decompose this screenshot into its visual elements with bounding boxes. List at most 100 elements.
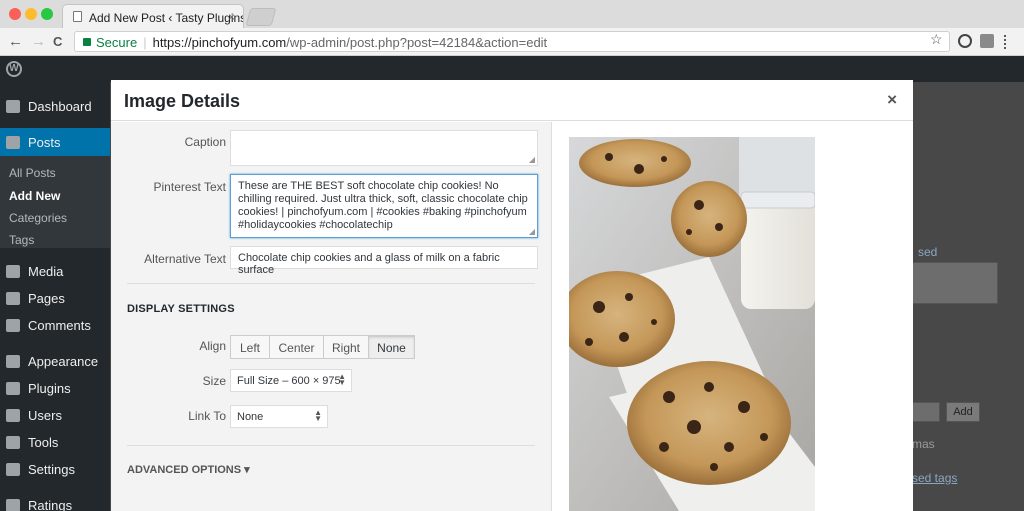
alternative-text-field[interactable]: Chocolate chip cookies and a glass of mi… (230, 246, 538, 276)
background-link: sed tags (912, 471, 958, 485)
divider (127, 445, 535, 446)
cookies-photo (569, 137, 815, 511)
maximize-window-icon[interactable] (41, 8, 53, 20)
background-add-button: Add (946, 402, 980, 422)
resize-handle-icon[interactable]: ◢ (529, 227, 535, 236)
wordpress-logo-icon[interactable]: W (6, 61, 22, 77)
sidebar-item-label: Dashboard (28, 99, 92, 114)
admin-sidebar: Dashboard Posts All Posts Add New Catego… (0, 82, 110, 511)
image-settings-panel: Caption ◢ Pinterest Text These are THE B… (111, 122, 552, 511)
link-to-select[interactable]: None ▲ ▼ (230, 405, 328, 428)
lock-icon (83, 38, 91, 46)
align-center-button[interactable]: Center (269, 335, 324, 359)
sidebar-item-media[interactable]: Media (0, 257, 110, 285)
code-extension-icon[interactable] (980, 34, 994, 48)
url-host: https://pinchofyum.com (152, 35, 287, 50)
info-extension-icon[interactable] (958, 34, 972, 48)
new-tab-button[interactable] (245, 8, 277, 26)
link-to-label: Link To (188, 409, 226, 423)
sidebar-item-plugins[interactable]: Plugins (0, 374, 110, 402)
tab-title: Add New Post ‹ Tasty Plugins — (89, 11, 244, 25)
sidebar-item-comments[interactable]: Comments (0, 311, 110, 339)
background-input (912, 402, 940, 422)
divider (127, 283, 535, 284)
posts-submenu: All Posts Add New Categories Tags (0, 156, 110, 248)
sidebar-item-settings[interactable]: Settings (0, 455, 110, 483)
document-icon (73, 11, 82, 22)
submenu-all-posts[interactable]: All Posts (9, 166, 56, 180)
sidebar-item-ratings[interactable]: Ratings (0, 491, 110, 511)
sidebar-item-label: Pages (28, 291, 65, 306)
align-none-button[interactable]: None (368, 335, 415, 359)
close-window-icon[interactable] (9, 8, 21, 20)
reload-icon[interactable]: C (53, 34, 62, 49)
appearance-icon (6, 355, 20, 368)
sidebar-item-label: Appearance (28, 354, 99, 369)
sidebar-item-appearance[interactable]: Appearance (0, 347, 110, 375)
browser-tab[interactable]: Add New Post ‹ Tasty Plugins — × (62, 4, 244, 28)
separator: | (143, 35, 147, 50)
sidebar-item-label: Ratings (28, 498, 73, 511)
minimize-window-icon[interactable] (25, 8, 37, 20)
tools-icon (6, 436, 20, 449)
address-bar[interactable]: Secure | https://pinchofyum.com/wp-admin/p… (74, 31, 950, 52)
modal-header: Image Details × (111, 80, 913, 121)
resize-handle-icon[interactable]: ◢ (529, 155, 535, 164)
size-select-value: Full Size – 600 × 975 (237, 375, 341, 387)
sidebar-item-pages[interactable]: Pages (0, 284, 110, 312)
sidebar-item-users[interactable]: Users (0, 401, 110, 429)
sidebar-item-label: Settings (28, 462, 75, 477)
menu-icon[interactable] (1004, 35, 1008, 49)
pin-icon (6, 136, 20, 149)
media-icon (6, 265, 20, 278)
submenu-categories[interactable]: Categories (9, 211, 67, 225)
display-settings-heading: DISPLAY SETTINGS (127, 303, 235, 315)
align-left-button[interactable]: Left (230, 335, 270, 359)
bookmark-star-icon[interactable]: ☆ (930, 31, 943, 48)
link-to-select-value: None (237, 411, 264, 423)
tab-close-icon[interactable]: × (228, 10, 235, 24)
sidebar-item-posts[interactable]: Posts (0, 128, 110, 156)
browser-tab-bar: Add New Post ‹ Tasty Plugins — × (0, 0, 1024, 28)
url-path: /wp-admin/post.php?post=42184&action=edi… (286, 35, 548, 50)
star-icon (6, 499, 20, 511)
pages-icon (6, 292, 20, 305)
sidebar-item-label: Users (28, 408, 62, 423)
image-details-modal: Image Details × Caption ◢ Pinterest Text… (111, 80, 913, 511)
align-button-group: Left Center Right None (230, 335, 415, 359)
settings-icon (6, 463, 20, 476)
alternative-text-value: Chocolate chip cookies and a glass of mi… (238, 252, 500, 276)
close-icon[interactable]: × (887, 90, 897, 110)
alternative-text-label: Alternative Text (144, 252, 226, 266)
align-right-button[interactable]: Right (323, 335, 369, 359)
pinterest-text: These are THE BEST soft chocolate chip c… (238, 180, 528, 231)
comments-icon (6, 319, 20, 332)
sidebar-item-tools[interactable]: Tools (0, 428, 110, 456)
sidebar-item-label: Plugins (28, 381, 71, 396)
background-text: mas (912, 437, 935, 451)
sidebar-item-dashboard[interactable]: Dashboard (0, 92, 110, 120)
sidebar-item-label: Comments (28, 318, 91, 333)
submenu-tags[interactable]: Tags (9, 233, 34, 247)
advanced-options-toggle[interactable]: ADVANCED OPTIONS ▾ (127, 463, 250, 476)
size-select[interactable]: Full Size – 600 × 975 ▲ ▼ (230, 369, 352, 392)
dashboard-icon (6, 100, 20, 113)
background-box (912, 262, 998, 304)
sidebar-item-label: Posts (28, 135, 61, 150)
caption-text (231, 131, 537, 141)
submenu-add-new[interactable]: Add New (9, 189, 60, 203)
forward-icon[interactable]: → (31, 33, 46, 50)
pinterest-text-field[interactable]: These are THE BEST soft chocolate chip c… (230, 174, 538, 238)
pinterest-text-label: Pinterest Text (153, 180, 226, 194)
back-icon[interactable]: ← (8, 33, 23, 50)
size-label: Size (202, 374, 226, 388)
sidebar-item-label: Media (28, 264, 64, 279)
secure-label: Secure (96, 35, 138, 50)
align-label: Align (199, 339, 226, 353)
caption-field[interactable]: ◢ (230, 130, 538, 166)
plugins-icon (6, 382, 20, 395)
users-icon (6, 409, 20, 422)
caption-label: Caption (184, 135, 226, 149)
background-text: sed (918, 245, 938, 259)
select-arrows-icon: ▲ ▼ (338, 372, 346, 387)
